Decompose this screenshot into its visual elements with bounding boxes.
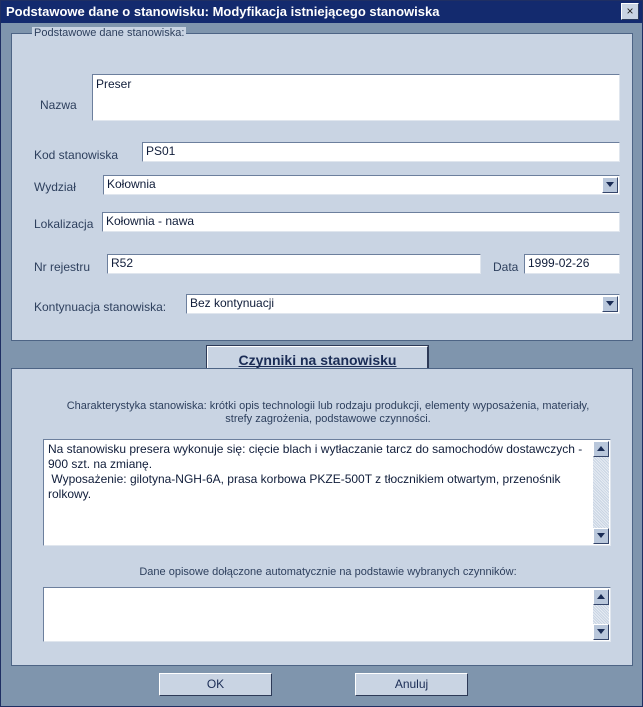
arrow-up-icon[interactable] [593, 441, 609, 457]
name-field[interactable]: Preser [92, 74, 620, 121]
continuation-value: Bez kontynuacji [190, 296, 275, 310]
close-button[interactable]: × [621, 3, 639, 20]
dialog-window: Podstawowe dane o stanowisku: Modyfikacj… [0, 0, 643, 707]
basic-data-group: Podstawowe dane stanowiska: Nazwa Preser… [11, 27, 633, 341]
name-label: Nazwa [40, 98, 77, 112]
continuation-label: Kontynuacja stanowiska: [34, 300, 167, 314]
arrow-down-icon[interactable] [593, 624, 609, 640]
date-label: Data [493, 260, 519, 274]
close-icon: × [626, 4, 634, 18]
arrow-down-icon[interactable] [593, 528, 609, 544]
auto-description-label: Dane opisowe dołączone automatycznie na … [139, 566, 517, 578]
description-group: Charakterystyka stanowiska: krótki opis … [11, 368, 633, 666]
auto-description-scrollbar[interactable] [593, 589, 609, 640]
characteristics-text: Na stanowisku presera wykonuje się: cięc… [48, 442, 583, 501]
department-label: Wydział [34, 180, 76, 194]
basic-data-legend: Podstawowe dane stanowiska: [32, 27, 187, 39]
date-field[interactable]: 1999-02-26 [524, 254, 620, 274]
window-title: Podstawowe dane o stanowisku: Modyfikacj… [6, 4, 440, 19]
cancel-button[interactable]: Anuluj [355, 673, 468, 696]
code-field[interactable]: PS01 [142, 142, 620, 162]
department-select[interactable]: Kołownia [103, 175, 620, 195]
location-label: Lokalizacja [34, 217, 94, 231]
arrow-up-icon[interactable] [593, 589, 609, 605]
chevron-down-icon[interactable] [602, 177, 618, 193]
registry-label: Nr rejestru [34, 260, 91, 274]
registry-field[interactable]: R52 [107, 254, 481, 274]
scroll-track[interactable] [593, 457, 609, 528]
ok-button[interactable]: OK [159, 673, 272, 696]
chevron-down-icon[interactable] [602, 296, 618, 312]
characteristics-scrollbar[interactable] [593, 441, 609, 544]
continuation-select[interactable]: Bez kontynuacji [186, 294, 620, 314]
title-bar: Podstawowe dane o stanowisku: Modyfikacj… [1, 1, 642, 23]
location-field[interactable]: Kołownia - nawa [102, 212, 620, 232]
characteristics-prompt: Charakterystyka stanowiska: krótki opis … [66, 400, 590, 425]
department-value: Kołownia [107, 177, 156, 191]
auto-description-textarea[interactable] [43, 587, 611, 642]
scroll-track[interactable] [593, 605, 609, 624]
code-label: Kod stanowiska [34, 148, 119, 162]
characteristics-textarea[interactable]: Na stanowisku presera wykonuje się: cięc… [43, 439, 611, 546]
